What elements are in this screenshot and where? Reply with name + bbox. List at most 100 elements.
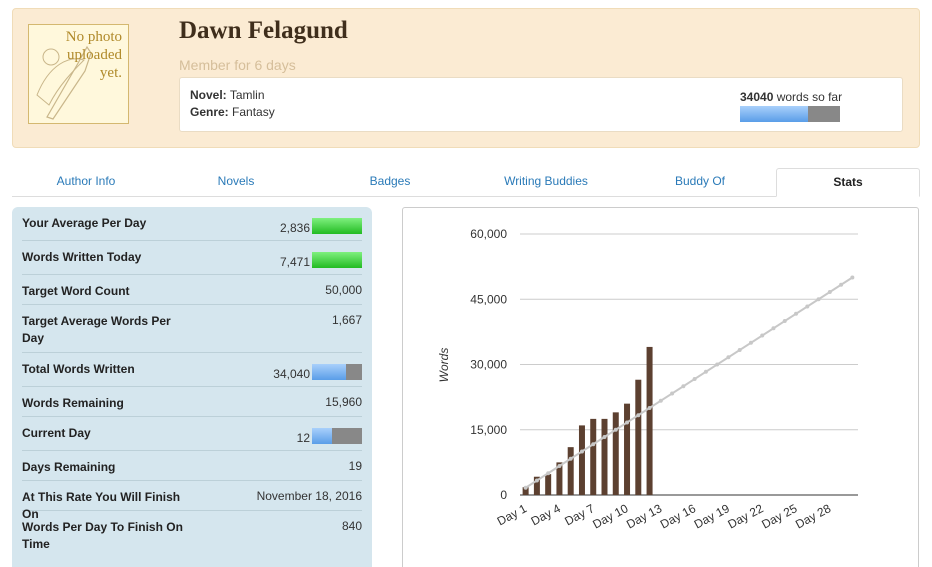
target-point [681, 384, 686, 389]
word-count-chart: 0 15,000 30,000 45,000 60,000 Words Day 1 Day 4… [402, 207, 919, 567]
stat-row: Total Words Written 34,040 [22, 353, 362, 387]
y-axis-label: Words [437, 348, 451, 383]
stat-label: Words Remaining [22, 396, 124, 410]
stat-progress-fill [312, 428, 332, 444]
x-tick-label: Day 7 [562, 501, 597, 528]
stat-value: 840 [341, 519, 362, 533]
word-count-suffix: words so far [776, 90, 843, 104]
target-point [534, 478, 539, 483]
photo-text-line: No photo [65, 29, 122, 45]
member-duration: Member for 6 days [179, 57, 296, 73]
novel-label: Novel: [190, 88, 227, 102]
stat-row: Your Average Per Day 2,836 [22, 207, 362, 241]
stat-progress-fill [312, 364, 346, 380]
tab-author-info[interactable]: Author Info [12, 168, 160, 197]
word-progress-fill [740, 106, 808, 122]
word-progress-bar [740, 106, 840, 122]
target-point [726, 355, 731, 360]
chart-bar [578, 425, 585, 495]
stat-row: Words Per Day To Finish On Time 840 [22, 511, 362, 559]
stat-progress-bar [312, 252, 362, 268]
tab-buddy-of[interactable]: Buddy Of [626, 168, 774, 197]
stat-value: 19 [348, 459, 362, 473]
target-point [568, 456, 573, 461]
x-tick-label: Day 25 [759, 501, 799, 531]
stat-label: Days Remaining [22, 460, 116, 474]
y-tick-label: 60,000 [470, 227, 507, 241]
chart-bar [635, 379, 642, 495]
target-point [579, 449, 584, 454]
word-count-number: 34040 [740, 90, 774, 104]
target-point [771, 326, 776, 331]
tab-badges[interactable]: Badges [316, 168, 464, 197]
target-point [658, 398, 663, 403]
target-point [839, 282, 844, 287]
author-name: Dawn Felagund [179, 17, 348, 44]
stat-label: Words Written Today [22, 250, 142, 264]
target-point [647, 405, 652, 410]
chart-bar [567, 447, 574, 495]
stat-label: Words Per Day To Finish On Time [22, 520, 183, 551]
y-tick-label: 0 [500, 488, 507, 502]
y-tick-label: 30,000 [470, 358, 507, 372]
genre-value: Fantasy [232, 105, 275, 119]
chart-bar [590, 418, 597, 495]
target-point [625, 420, 630, 425]
stat-value: 7,471 [279, 255, 310, 269]
target-point [782, 318, 787, 323]
chart-svg: 0 15,000 30,000 45,000 60,000 Words Day 1 Day 4… [437, 227, 858, 532]
tab-stats[interactable]: Stats [776, 168, 920, 197]
tab-novels[interactable]: Novels [162, 168, 310, 197]
genre-label: Genre: [190, 105, 229, 119]
x-tick-label: Day 10 [590, 501, 630, 531]
novel-title[interactable]: Tamlin [230, 88, 265, 102]
stat-value: November 18, 2016 [256, 489, 362, 503]
profile-header: No photo uploaded yet. Dawn Felagund Mem… [12, 8, 920, 148]
chart-bar [624, 403, 631, 495]
stat-value: 2,836 [279, 221, 310, 235]
chart-bar [646, 346, 653, 495]
stat-value: 12 [296, 431, 310, 445]
target-point [546, 471, 551, 476]
target-point [737, 347, 742, 352]
target-point [805, 304, 810, 309]
stat-progress-fill [312, 252, 362, 268]
photo-text-line: yet. [99, 65, 122, 81]
x-tick-label: Day 4 [529, 501, 564, 528]
target-point [748, 340, 753, 345]
profile-tabs: Author Info Novels Badges Writing Buddie… [12, 168, 920, 197]
target-point [715, 362, 720, 367]
target-point [557, 463, 562, 468]
stat-value: 50,000 [325, 283, 362, 297]
tab-writing-buddies[interactable]: Writing Buddies [472, 168, 620, 197]
target-point [827, 289, 832, 294]
target-point [692, 376, 697, 381]
stat-label: Target Word Count [22, 284, 130, 298]
target-point [613, 427, 618, 432]
chart-bar [545, 474, 552, 495]
target-point [760, 333, 765, 338]
target-point [636, 413, 641, 418]
target-point [703, 369, 708, 374]
stat-row: Target Word Count 50,000 [22, 275, 362, 305]
stat-row: Target Average Words Per Day 1,667 [22, 305, 362, 353]
stat-value: 1,667 [331, 313, 362, 327]
stat-row: Current Day 12 [22, 417, 362, 451]
novel-info-box: Novel: Tamlin Genre: Fantasy 34040 words… [179, 77, 903, 132]
target-line [525, 276, 853, 489]
stat-value: 15,960 [325, 395, 362, 409]
target-point [670, 391, 675, 396]
stat-label: Your Average Per Day [22, 216, 147, 230]
stat-row: Days Remaining 19 [22, 451, 362, 481]
x-tick-label: Day 13 [624, 501, 664, 531]
y-tick-label: 15,000 [470, 423, 507, 437]
stat-progress-fill [312, 218, 362, 234]
novel-line: Novel: Tamlin [190, 88, 265, 102]
target-point [523, 485, 528, 490]
stat-row: Words Written Today 7,471 [22, 241, 362, 275]
target-point [794, 311, 799, 316]
stat-progress-bar [312, 428, 362, 444]
target-point [602, 434, 607, 439]
target-point [850, 275, 855, 280]
stat-progress-bar [312, 364, 362, 380]
